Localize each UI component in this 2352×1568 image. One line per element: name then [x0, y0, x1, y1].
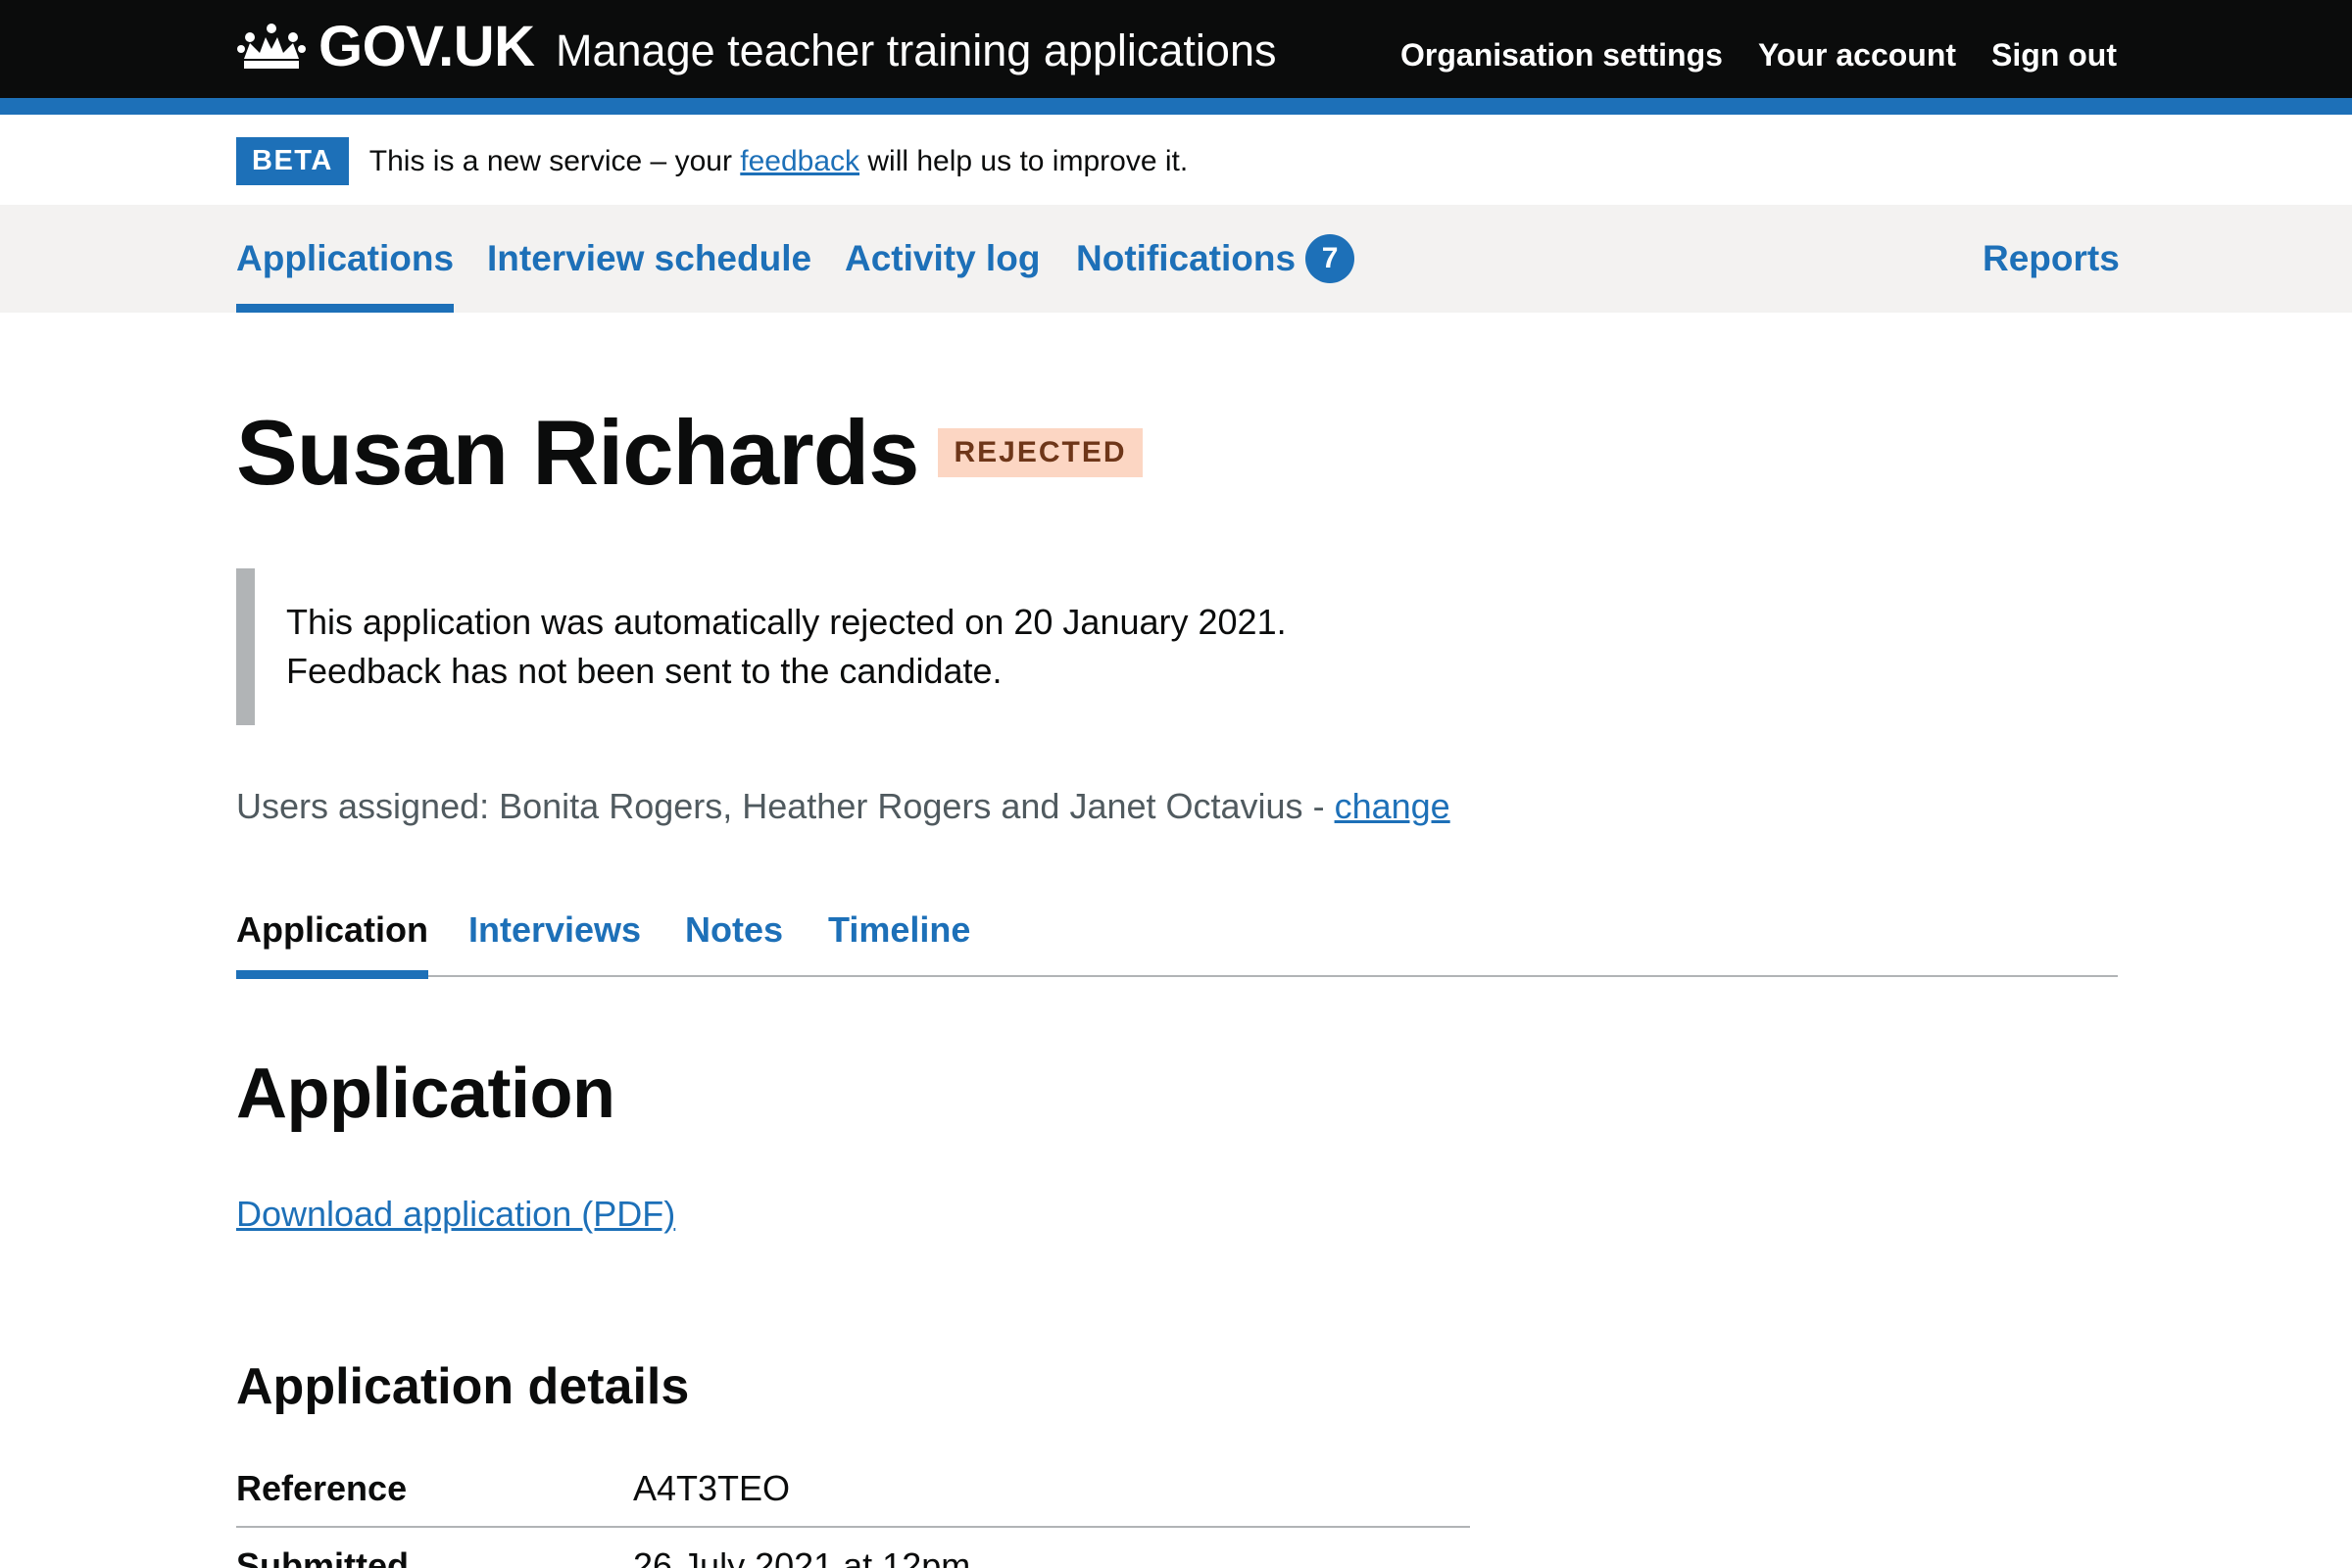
logo-text: GOV.UK [318, 15, 535, 78]
status-badge: REJECTED [938, 428, 1143, 477]
summary-key: Submitted [236, 1544, 409, 1568]
crown-icon [237, 23, 306, 69]
primary-nav: Applications Interview schedule Activity… [0, 205, 2352, 313]
beta-banner: BETA This is a new service – your feedba… [236, 137, 1188, 185]
feedback-link[interactable]: feedback [740, 145, 859, 177]
summary-value: A4T3TEO [633, 1467, 791, 1508]
nav-reports[interactable]: Reports [1983, 205, 2120, 313]
header-nav: Organisation settings Your account Sign … [1400, 37, 2117, 74]
page-title-row: Susan Richards REJECTED [236, 407, 1143, 499]
summary-key: Reference [236, 1467, 408, 1508]
organisation-settings-link[interactable]: Organisation settings [1400, 37, 1723, 74]
page-title: Susan Richards [236, 401, 919, 504]
summary-value: 26 July 2021 at 12pm [633, 1544, 971, 1568]
site-header: GOV.UK Manage teacher training applicati… [0, 0, 2352, 98]
inset-line-2: Feedback has not been sent to the candid… [286, 651, 1003, 691]
nav-notifications[interactable]: Notifications 7 [1076, 205, 1355, 313]
users-assigned: Users assigned: Bonita Rogers, Heather R… [236, 786, 1450, 826]
tab-application[interactable]: Application [236, 882, 428, 979]
tab-notes[interactable]: Notes [685, 882, 783, 977]
your-account-link[interactable]: Your account [1758, 37, 1956, 74]
service-name[interactable]: Manage teacher training applications [556, 25, 1276, 76]
details-heading: Application details [236, 1358, 690, 1415]
nav-activity-log[interactable]: Activity log [845, 205, 1040, 313]
inset-line-1: This application was automatically rejec… [286, 602, 1287, 642]
summary-row: Reference A4T3TEO [236, 1450, 1470, 1528]
beta-tag: BETA [236, 137, 349, 185]
nav-applications[interactable]: Applications [236, 205, 455, 313]
nav-notifications-label: Notifications [1076, 238, 1297, 278]
application-tabs: Application Interviews Notes Timeline [236, 882, 2118, 979]
tab-timeline[interactable]: Timeline [828, 882, 970, 977]
section-heading: Application [236, 1054, 615, 1133]
nav-interview-schedule[interactable]: Interview schedule [487, 205, 811, 313]
summary-list: Reference A4T3TEO Submitted 26 July 2021… [236, 1450, 1470, 1568]
notification-count-badge: 7 [1305, 234, 1355, 283]
header-stripe [0, 98, 2352, 115]
summary-row: Submitted 26 July 2021 at 12pm [236, 1528, 1470, 1568]
download-pdf-link[interactable]: Download application (PDF) [236, 1194, 675, 1235]
beta-text: This is a new service – your feedback wi… [368, 144, 1189, 177]
change-assigned-link[interactable]: change [1335, 786, 1450, 826]
rejection-inset: This application was automatically rejec… [236, 568, 1314, 725]
sign-out-link[interactable]: Sign out [1991, 37, 2117, 74]
govuk-logo[interactable]: GOV.UK [236, 14, 535, 79]
tab-interviews[interactable]: Interviews [468, 882, 641, 977]
